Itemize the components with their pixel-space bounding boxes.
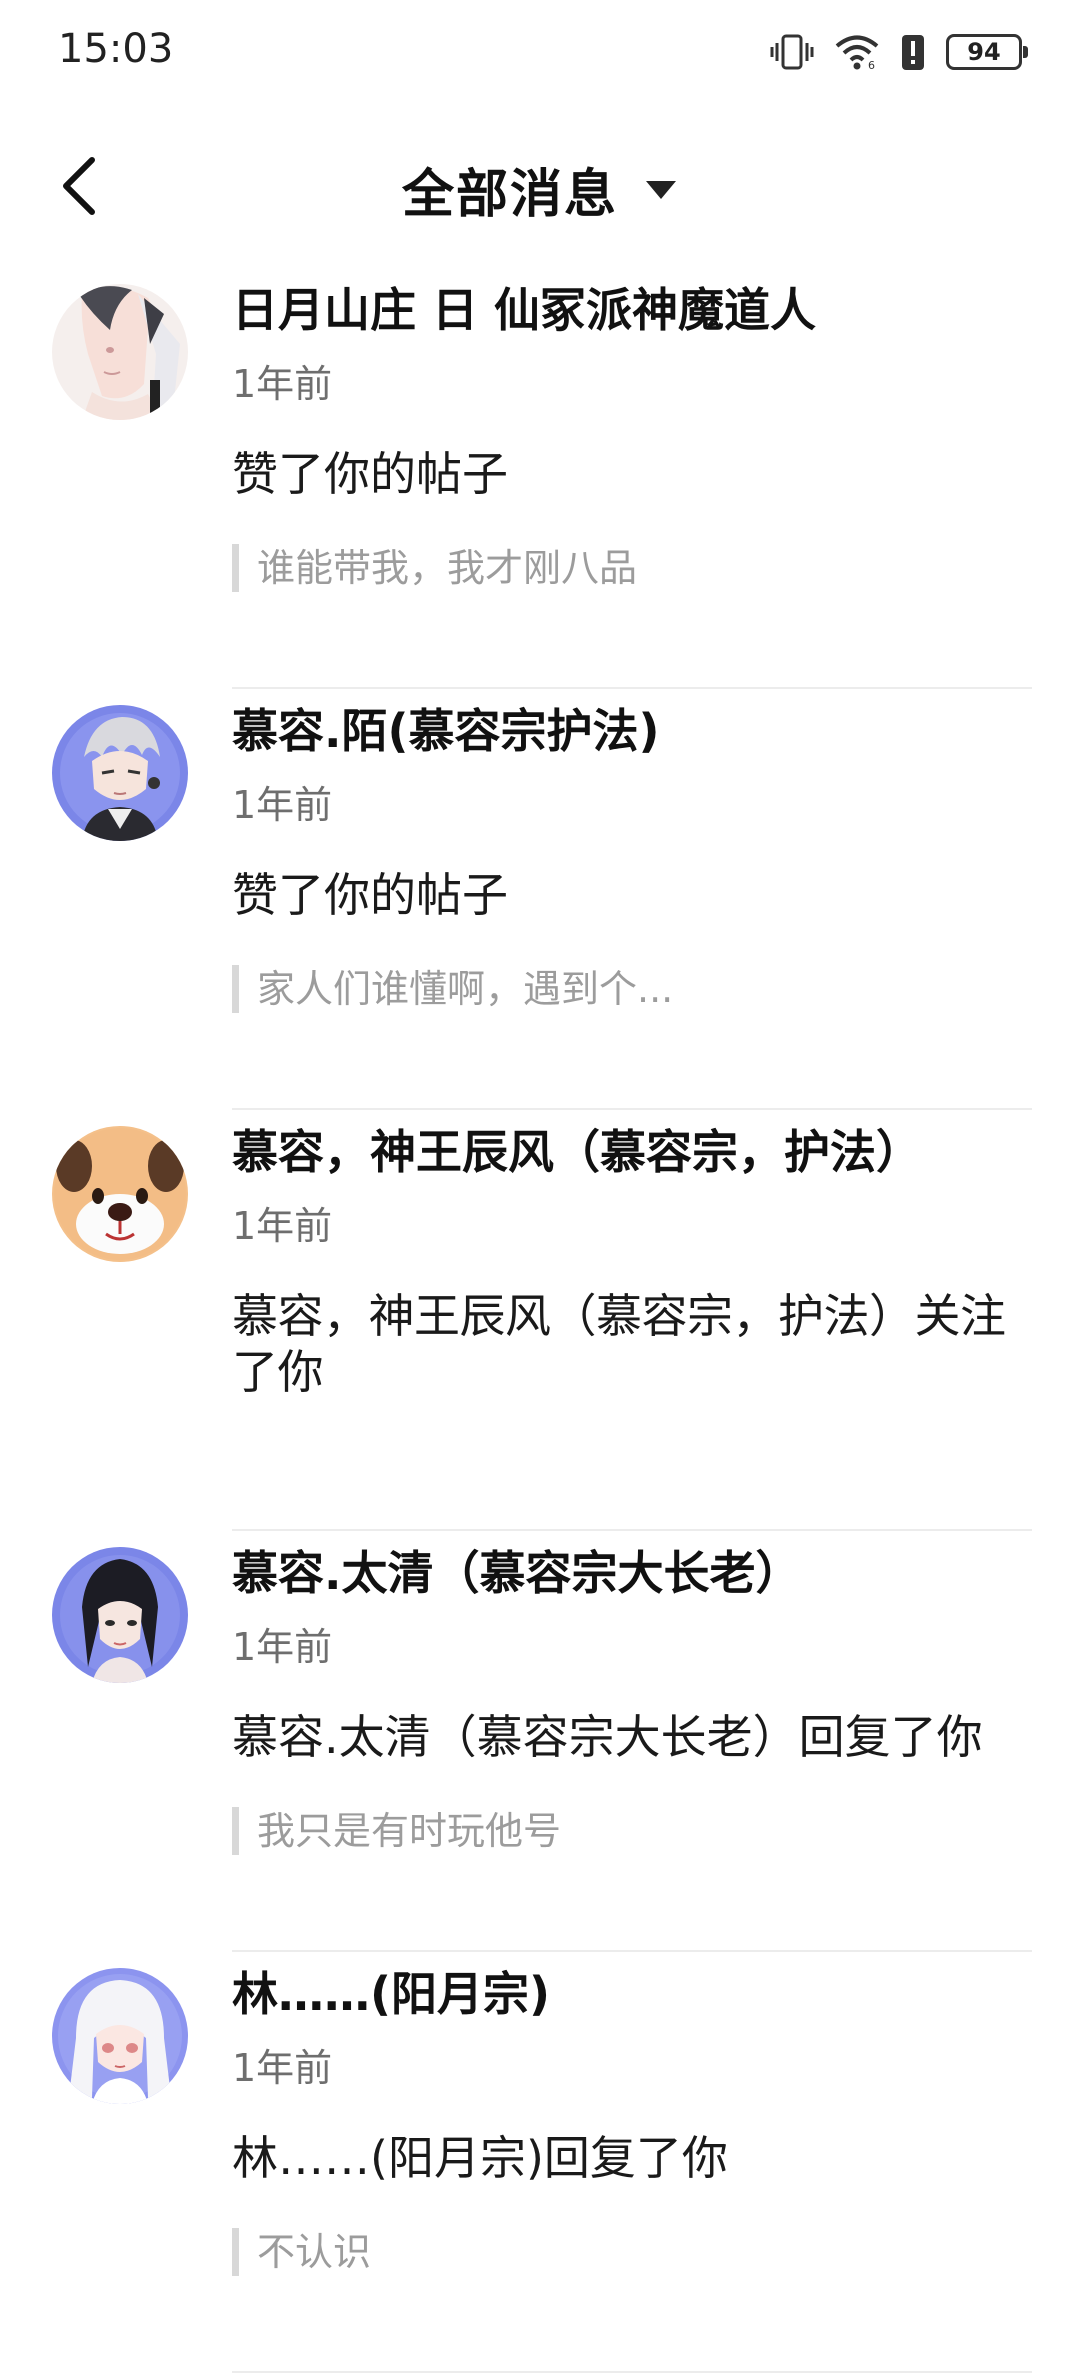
message-time: 1年前 (232, 783, 333, 827)
sender-name[interactable]: 日月山庄 日 仙冢派神魔道人 (232, 282, 1032, 338)
battery-alert-icon (900, 32, 926, 72)
message-action: 慕容.太清（慕容宗大长老）回复了你 (232, 1710, 983, 1764)
avatar[interactable] (52, 284, 188, 420)
status-time: 15:03 (58, 26, 174, 72)
message-time: 1年前 (232, 1204, 333, 1248)
avatar[interactable] (52, 705, 188, 841)
quoted-post[interactable]: 谁能带我，我才刚八品 (232, 544, 1032, 592)
message-content: 林……(阳月宗) 1年前 林……(阳月宗)回复了你 不认识 (232, 1952, 1032, 2276)
quoted-post[interactable]: 我只是有时玩他号 (232, 1807, 1032, 1855)
message-action: 慕容，神王辰风（慕容宗，护法）关注了你 (232, 1289, 1006, 1399)
wifi-icon: 6 (834, 33, 880, 71)
message-action: 赞了你的帖子 (232, 868, 508, 922)
caret-down-icon (646, 180, 676, 199)
list-item[interactable]: 日月山庄 日 仙冢派神魔道人 1年前 赞了你的帖子 谁能带我，我才刚八品 (0, 268, 1080, 689)
message-time: 1年前 (232, 362, 333, 406)
message-time: 1年前 (232, 1625, 333, 1669)
status-icons: 6 94 (770, 30, 1028, 74)
message-filter-dropdown[interactable]: 全部消息 (0, 152, 1080, 227)
sender-name[interactable]: 慕容，神王辰风（慕容宗，护法） (232, 1124, 1032, 1180)
avatar[interactable] (52, 1968, 188, 2104)
page-title: 全部消息 (401, 165, 618, 225)
header: 全部消息 (0, 104, 1080, 268)
list-item[interactable]: 慕容.陌(慕容宗护法) 1年前 赞了你的帖子 家人们谁懂啊，遇到个... (0, 689, 1080, 1110)
vibrate-icon (770, 32, 814, 72)
message-content: 慕容.陌(慕容宗护法) 1年前 赞了你的帖子 家人们谁懂啊，遇到个... (232, 689, 1032, 1013)
quoted-post[interactable]: 家人们谁懂啊，遇到个... (232, 965, 1032, 1013)
message-action: 赞了你的帖子 (232, 447, 508, 501)
message-action: 林……(阳月宗)回复了你 (232, 2131, 728, 2185)
sender-name[interactable]: 林……(阳月宗) (232, 1966, 1032, 2022)
message-list: 日月山庄 日 仙冢派神魔道人 1年前 赞了你的帖子 谁能带我，我才刚八品 慕容.… (0, 268, 1080, 2373)
list-item[interactable]: 慕容，神王辰风（慕容宗，护法） 1年前 慕容，神王辰风（慕容宗，护法）关注了你 (0, 1110, 1080, 1531)
avatar[interactable] (52, 1547, 188, 1683)
battery-icon: 94 (946, 34, 1028, 70)
message-content: 慕容，神王辰风（慕容宗，护法） 1年前 慕容，神王辰风（慕容宗，护法）关注了你 (232, 1110, 1032, 1400)
quoted-post[interactable]: 不认识 (232, 2228, 1032, 2276)
message-content: 日月山庄 日 仙冢派神魔道人 1年前 赞了你的帖子 谁能带我，我才刚八品 (232, 268, 1032, 592)
status-bar: 15:03 6 94 (0, 0, 1080, 104)
avatar[interactable] (52, 1126, 188, 1262)
svg-text:6: 6 (868, 59, 875, 71)
message-content: 慕容.太清（慕容宗大长老） 1年前 慕容.太清（慕容宗大长老）回复了你 我只是有… (232, 1531, 1032, 1855)
sender-name[interactable]: 慕容.陌(慕容宗护法) (232, 703, 1032, 759)
list-item[interactable]: 慕容.太清（慕容宗大长老） 1年前 慕容.太清（慕容宗大长老）回复了你 我只是有… (0, 1531, 1080, 1952)
list-item[interactable]: 林……(阳月宗) 1年前 林……(阳月宗)回复了你 不认识 (0, 1952, 1080, 2373)
message-time: 1年前 (232, 2046, 333, 2090)
sender-name[interactable]: 慕容.太清（慕容宗大长老） (232, 1545, 1032, 1601)
